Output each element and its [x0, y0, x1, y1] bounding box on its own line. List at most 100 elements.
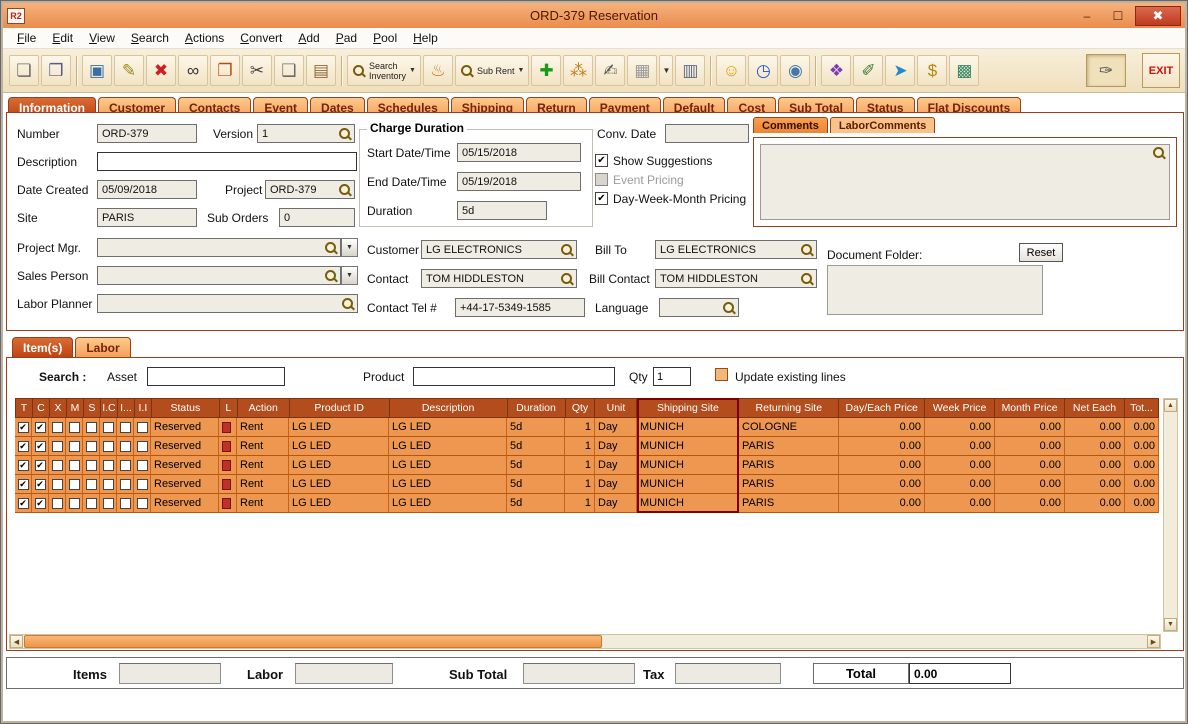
- menu-item-pad[interactable]: Pad: [328, 29, 365, 47]
- cell[interactable]: ✔: [15, 475, 32, 494]
- cell[interactable]: [66, 494, 83, 513]
- cell[interactable]: LG LED: [389, 456, 507, 475]
- cell[interactable]: Rent: [237, 418, 289, 437]
- cell[interactable]: ✔: [15, 456, 32, 475]
- cell[interactable]: 0.00: [839, 494, 925, 513]
- notepad-icon[interactable]: ✐: [853, 55, 883, 86]
- cell[interactable]: 1: [565, 456, 595, 475]
- cell[interactable]: ✔: [32, 494, 49, 513]
- row-checkbox[interactable]: [137, 441, 148, 452]
- cell[interactable]: LG LED: [289, 494, 389, 513]
- cell[interactable]: LG LED: [289, 475, 389, 494]
- cell[interactable]: [219, 494, 237, 513]
- scroll-left-icon[interactable]: ◀: [10, 635, 23, 648]
- cell[interactable]: [134, 475, 151, 494]
- cell[interactable]: 0.00: [839, 475, 925, 494]
- cell[interactable]: ✔: [32, 418, 49, 437]
- site-field[interactable]: PARIS: [97, 208, 197, 227]
- cell[interactable]: [83, 437, 100, 456]
- cell[interactable]: 0.00: [925, 418, 995, 437]
- smiley-icon[interactable]: ☺: [716, 55, 746, 86]
- sub-rent-button[interactable]: Sub Rent▼: [455, 55, 529, 86]
- column-header-i[interactable]: I...: [118, 399, 135, 417]
- cell[interactable]: Day: [595, 418, 637, 437]
- column-header-duration[interactable]: Duration: [508, 399, 566, 417]
- cell[interactable]: Day: [595, 475, 637, 494]
- row-checkbox[interactable]: ✔: [35, 460, 46, 471]
- cell[interactable]: 0.00: [995, 494, 1065, 513]
- row-checkbox[interactable]: [52, 479, 63, 490]
- v-scrollbar[interactable]: ▲ ▼: [1163, 398, 1178, 632]
- table-row[interactable]: ✔✔ReservedRentLG LEDLG LED5d1DayMUNICHPA…: [15, 456, 1159, 475]
- cell[interactable]: 0.00: [1065, 437, 1125, 456]
- cell[interactable]: Reserved: [151, 456, 219, 475]
- cell[interactable]: 5d: [507, 456, 565, 475]
- row-checkbox[interactable]: [86, 441, 97, 452]
- cell[interactable]: LG LED: [389, 418, 507, 437]
- menu-item-pool[interactable]: Pool: [365, 29, 405, 47]
- cell[interactable]: Reserved: [151, 437, 219, 456]
- cell[interactable]: 0.00: [925, 494, 995, 513]
- row-checkbox[interactable]: [69, 498, 80, 509]
- row-checkbox[interactable]: [137, 479, 148, 490]
- cell[interactable]: [134, 456, 151, 475]
- export-icon[interactable]: ➤: [885, 55, 915, 86]
- bill-to-field[interactable]: LG ELECTRONICS: [655, 240, 817, 259]
- tab-item-s[interactable]: Item(s): [12, 337, 73, 357]
- conv-date-field[interactable]: [665, 124, 749, 143]
- cell[interactable]: 0.00: [1065, 418, 1125, 437]
- bill-to-lookup-icon[interactable]: [800, 243, 814, 257]
- cell[interactable]: [49, 475, 66, 494]
- cell[interactable]: [66, 456, 83, 475]
- cell[interactable]: 0.00: [1125, 475, 1159, 494]
- row-checkbox[interactable]: [69, 441, 80, 452]
- cut-icon[interactable]: ✂: [242, 55, 272, 86]
- cell[interactable]: MUNICH: [637, 494, 739, 513]
- contact-lookup-icon[interactable]: [560, 272, 574, 286]
- cell[interactable]: Rent: [237, 494, 289, 513]
- project-mgr-dropdown-icon[interactable]: ▼: [341, 238, 358, 257]
- cell[interactable]: [117, 494, 134, 513]
- cell[interactable]: LG LED: [289, 418, 389, 437]
- column-header-t[interactable]: T: [16, 399, 33, 417]
- notes-icon[interactable]: ✍: [595, 55, 625, 86]
- maximize-button[interactable]: ☐: [1104, 6, 1132, 25]
- column-header-x[interactable]: X: [50, 399, 67, 417]
- row-checkbox[interactable]: [120, 441, 131, 452]
- scroll-down-icon[interactable]: ▼: [1164, 618, 1177, 631]
- row-checkbox[interactable]: [103, 479, 114, 490]
- cell[interactable]: MUNICH: [637, 475, 739, 494]
- cell[interactable]: LG LED: [289, 437, 389, 456]
- cell[interactable]: LG LED: [389, 475, 507, 494]
- cell[interactable]: PARIS: [739, 456, 839, 475]
- cell[interactable]: [134, 494, 151, 513]
- cell[interactable]: [83, 475, 100, 494]
- cell[interactable]: COLOGNE: [739, 418, 839, 437]
- column-header-week-price[interactable]: Week Price: [925, 399, 995, 417]
- column-header-net-each[interactable]: Net Each: [1065, 399, 1125, 417]
- cell[interactable]: Day: [595, 456, 637, 475]
- cell[interactable]: MUNICH: [637, 418, 739, 437]
- column-header-returning-site[interactable]: Returning Site: [739, 399, 839, 417]
- row-checkbox[interactable]: [120, 479, 131, 490]
- h-scrollbar[interactable]: ◀ ▶: [9, 634, 1161, 649]
- cell[interactable]: [66, 418, 83, 437]
- cell[interactable]: [100, 494, 117, 513]
- row-checkbox[interactable]: ✔: [18, 441, 29, 452]
- cell[interactable]: 5d: [507, 418, 565, 437]
- row-checkbox[interactable]: [52, 460, 63, 471]
- cell[interactable]: Rent: [237, 456, 289, 475]
- cell[interactable]: ✔: [32, 456, 49, 475]
- row-checkbox[interactable]: [86, 479, 97, 490]
- row-checkbox[interactable]: [69, 422, 80, 433]
- cell[interactable]: 5d: [507, 494, 565, 513]
- version-lookup-icon[interactable]: [338, 127, 352, 141]
- cell[interactable]: Day: [595, 494, 637, 513]
- row-checkbox[interactable]: [137, 498, 148, 509]
- row-checkbox[interactable]: [103, 460, 114, 471]
- column-header-i-i[interactable]: I.I: [135, 399, 152, 417]
- row-checkbox[interactable]: ✔: [35, 479, 46, 490]
- row-checkbox[interactable]: [86, 498, 97, 509]
- table-row[interactable]: ✔✔ReservedRentLG LEDLG LED5d1DayMUNICHPA…: [15, 475, 1159, 494]
- cell[interactable]: 1: [565, 475, 595, 494]
